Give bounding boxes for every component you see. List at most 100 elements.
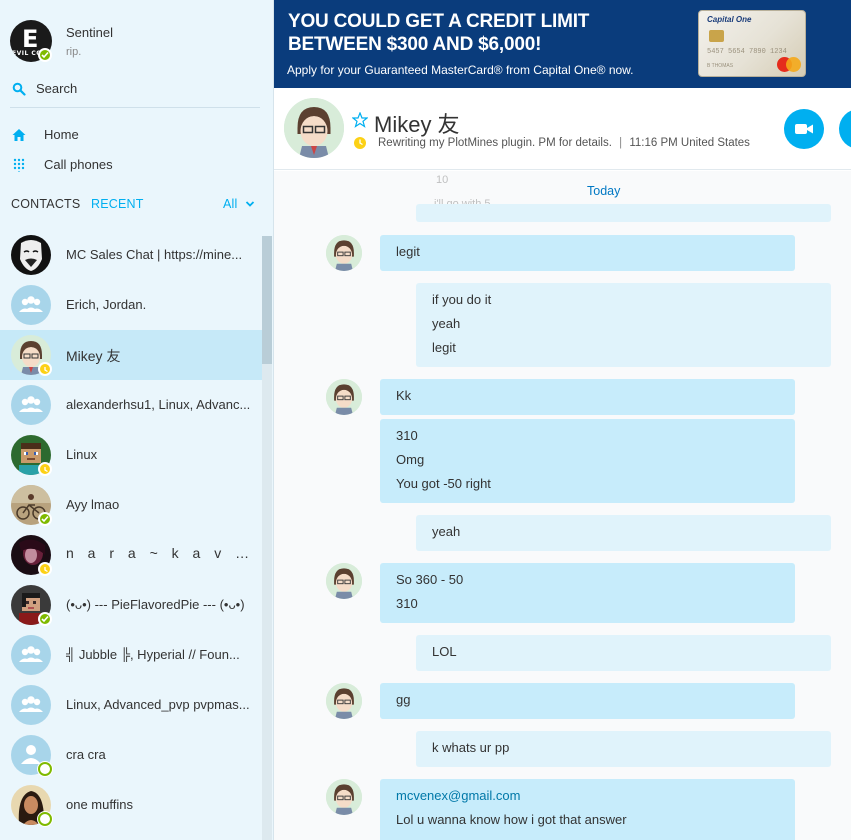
- recent-item-name: Mikey 友: [66, 348, 121, 364]
- message-text: Kk: [396, 388, 412, 403]
- recent-item-group-alexanderhsu1[interactable]: alexanderhsu1, Linux, Advanc...: [0, 380, 262, 430]
- faded-message: 10: [436, 174, 449, 186]
- message-text: legit: [396, 244, 420, 259]
- video-camera-icon: [795, 124, 813, 134]
- recent-item-name: one muffins: [66, 797, 133, 812]
- profile-mood: rip.: [66, 46, 82, 58]
- nav-call-phones-label: Call phones: [44, 157, 113, 172]
- search-box[interactable]: Search: [10, 78, 260, 108]
- message-text: 310: [396, 428, 418, 443]
- contact-meta: Rewriting my PlotMines plugin. PM for de…: [378, 137, 750, 149]
- away-status-icon: [38, 362, 52, 376]
- message-text: You got -50 right: [396, 476, 491, 491]
- card-holder: B THOMAS: [707, 63, 734, 69]
- filter-dropdown[interactable]: All: [223, 197, 255, 211]
- sidebar-scrollbar[interactable]: [262, 236, 272, 840]
- message-bubble-outgoing[interactable]: [416, 204, 831, 222]
- message-text: if you do it: [432, 292, 492, 307]
- recent-item-group-jubble[interactable]: ╣ Jubble ╠, Hyperial // Foun...: [0, 630, 262, 680]
- logo-letter: E: [22, 25, 39, 53]
- offline-status-icon: [38, 812, 52, 826]
- message-text: 310: [396, 596, 418, 611]
- message-bubble-incoming[interactable]: gg: [380, 683, 795, 719]
- message-bubble-outgoing[interactable]: LOL: [416, 635, 831, 671]
- recent-item-group-linux-advanced[interactable]: Linux, Advanced_pvp pvpmas...: [0, 680, 262, 730]
- recent-item-name: n a r a ~ k a v i ˋ: [66, 545, 251, 561]
- email-link[interactable]: mcvenex@gmail.com: [396, 784, 779, 808]
- recent-item-name: ╣ Jubble ╠, Hyperial // Foun...: [66, 647, 240, 662]
- tab-contacts[interactable]: CONTACTS: [11, 197, 80, 211]
- chat-header: Mikey 友 Rewriting my PlotMines plugin. P…: [274, 88, 851, 170]
- recent-item-ayy-lmao[interactable]: Ayy lmao: [0, 480, 262, 530]
- recent-list: MC Sales Chat | https://mine... Erich, J…: [0, 230, 262, 830]
- profile-name: Sentinel: [66, 25, 113, 40]
- sender-avatar[interactable]: [326, 779, 362, 815]
- message-text: gg: [396, 692, 411, 707]
- ad-banner[interactable]: YOU COULD GET A CREDIT LIMIT BETWEEN $30…: [274, 0, 851, 88]
- nav-call-phones[interactable]: Call phones: [10, 152, 260, 178]
- message-text: yeah: [432, 316, 461, 331]
- message-bubble-incoming[interactable]: legit: [380, 235, 795, 271]
- contact-mood: Rewriting my PlotMines plugin. PM for de…: [378, 137, 612, 149]
- message-text: LOL: [432, 644, 457, 659]
- audio-call-button[interactable]: [839, 109, 851, 149]
- recent-item-pieflavoredpie[interactable]: (•ᴗ•) --- PieFlavoredPie --- (•ᴗ•): [0, 580, 262, 630]
- sidebar: E EVIL CO Sentinel rip. Search Home Call…: [0, 0, 274, 840]
- group-icon: [11, 685, 51, 725]
- contact-local-time: 11:16 PM United States: [629, 137, 750, 149]
- message-text: legit: [432, 340, 456, 355]
- recent-item-group-erich[interactable]: Erich, Jordan.: [0, 280, 262, 330]
- recent-item-mc-sales-chat[interactable]: MC Sales Chat | https://mine...: [0, 230, 262, 280]
- away-clock-icon: [354, 137, 366, 149]
- offline-status-icon: [38, 762, 52, 776]
- message-text: Lol u wanna know how i got that answer: [396, 812, 627, 827]
- card-chip-icon: [709, 30, 724, 42]
- recent-item-one-muffins[interactable]: one muffins: [0, 780, 262, 830]
- video-call-button[interactable]: [784, 109, 824, 149]
- chevron-down-icon: [246, 201, 255, 207]
- message-text: yeah: [432, 524, 461, 539]
- scrollbar-thumb[interactable]: [262, 236, 272, 364]
- favorite-star-icon[interactable]: [352, 112, 368, 128]
- recent-item-name: alexanderhsu1, Linux, Advanc...: [66, 397, 251, 412]
- away-status-icon: [38, 562, 52, 576]
- message-bubble-outgoing[interactable]: yeah: [416, 515, 831, 551]
- recent-item-name: cra cra: [66, 747, 106, 762]
- contact-avatar[interactable]: [284, 98, 344, 158]
- home-icon: [12, 129, 26, 141]
- recent-item-mikey[interactable]: Mikey 友: [0, 330, 262, 380]
- tab-recent[interactable]: RECENT: [91, 197, 144, 211]
- message-bubble-incoming[interactable]: Kk: [380, 379, 795, 415]
- message-bubble-incoming[interactable]: So 360 - 50 310: [380, 563, 795, 623]
- group-icon: [11, 385, 51, 425]
- group-icon: [11, 285, 51, 325]
- message-bubble-incoming[interactable]: 310 Omg You got -50 right: [380, 419, 795, 503]
- message-text: Omg: [396, 452, 425, 467]
- sender-avatar[interactable]: [326, 563, 362, 599]
- conversation[interactable]: 10 i'll go with 5 Today legit if you do …: [274, 171, 851, 840]
- message-bubble-outgoing[interactable]: k whats ur pp: [416, 731, 831, 767]
- sender-avatar[interactable]: [326, 683, 362, 719]
- nav-home[interactable]: Home: [10, 122, 260, 148]
- message-bubble-incoming[interactable]: mcvenex@gmail.com Lol u wanna know how i…: [380, 779, 795, 840]
- search-icon: [12, 82, 26, 96]
- search-label: Search: [36, 81, 78, 96]
- message-bubble-outgoing[interactable]: if you do it yeah legit: [416, 283, 831, 367]
- contact-tabs: CONTACTS RECENT All: [0, 192, 262, 218]
- ad-subtext: Apply for your Guaranteed MasterCard® fr…: [287, 63, 634, 77]
- ad-headline: YOU COULD GET A CREDIT LIMIT BETWEEN $30…: [288, 10, 688, 56]
- group-icon: [11, 635, 51, 675]
- recent-item-narakavi[interactable]: n a r a ~ k a v i ˋ: [0, 530, 262, 580]
- recent-item-cra-cra[interactable]: cra cra: [0, 730, 262, 780]
- recent-item-name: Erich, Jordan.: [66, 297, 147, 312]
- sender-avatar[interactable]: [326, 379, 362, 415]
- recent-item-linux[interactable]: Linux: [0, 430, 262, 480]
- my-profile[interactable]: E EVIL CO Sentinel rip.: [10, 20, 260, 70]
- date-separator: Today: [587, 184, 621, 198]
- sender-avatar[interactable]: [326, 235, 362, 271]
- mastercard-logo-icon: [777, 57, 801, 72]
- recent-item-name: Ayy lmao: [66, 497, 120, 512]
- card-brand: Capital One: [707, 15, 752, 24]
- dialpad-icon: [13, 158, 25, 172]
- online-status-icon: [38, 48, 52, 62]
